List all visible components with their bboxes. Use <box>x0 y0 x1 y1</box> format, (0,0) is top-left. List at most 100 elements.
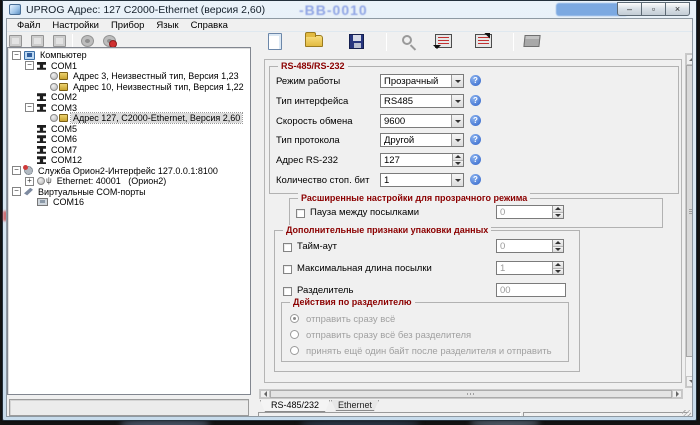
form-row: Скорость обмена9600? <box>270 114 678 130</box>
open-folder-button[interactable] <box>302 30 326 52</box>
tree-item[interactable]: COM12 <box>8 155 250 166</box>
field-label: Пауза между посылками <box>310 207 419 218</box>
tree-item[interactable]: − Компьютер <box>8 50 250 61</box>
combo-value: Прозрачный <box>381 75 451 87</box>
baud-rate-select[interactable]: 9600 <box>380 114 464 128</box>
horizontal-scrollbar-thumb[interactable] <box>270 390 672 398</box>
menu-item-device[interactable]: Прибор <box>105 19 150 32</box>
pause-between-packets-spinner[interactable]: 0 <box>496 205 564 219</box>
menu-item-file[interactable]: Файл <box>11 19 46 32</box>
chevron-down-icon[interactable] <box>451 75 463 87</box>
stop-bits-select[interactable]: 1 <box>380 173 464 187</box>
tree-item[interactable]: COM5 <box>8 124 250 135</box>
write-device-button[interactable] <box>471 30 495 52</box>
spinner-down-icon[interactable] <box>553 269 563 275</box>
field-label: Тип интерфейса <box>276 96 348 107</box>
spinner-down-icon[interactable] <box>453 161 463 167</box>
tree-item[interactable]: COM7 <box>8 145 250 156</box>
tree-item[interactable]: Адрес 127, C2000-Ethernet, Версия 2,60 <box>8 113 250 124</box>
gear-alert-icon[interactable] <box>103 35 116 47</box>
tree-item[interactable]: −Виртуальные COM-порты <box>8 187 250 198</box>
ethernet-icon: ψ <box>46 177 52 185</box>
window-title: UPROG Адрес: 127 C2000-Ethernet (версия … <box>26 4 265 16</box>
scroll-down-arrow[interactable] <box>686 376 693 387</box>
tree-item[interactable]: −Служба Орион2-Интерфейс 127.0.0.1:8100 <box>8 166 250 177</box>
tab-rs485-232[interactable]: RS-485/232 <box>260 400 330 412</box>
help-icon[interactable]: ? <box>470 134 481 145</box>
vertical-scrollbar-thumb[interactable] <box>686 65 693 357</box>
menu-item-help[interactable]: Справка <box>185 19 234 32</box>
collapse-icon[interactable]: − <box>12 166 21 175</box>
chevron-down-icon[interactable] <box>451 115 463 127</box>
pause-checkbox[interactable] <box>296 209 305 218</box>
spinner-down-icon[interactable] <box>553 247 563 253</box>
max-packet-length-spinner[interactable]: 1 <box>496 261 564 275</box>
tree-item[interactable]: Адрес 3, Неизвестный тип, Версия 1,23 <box>8 71 250 82</box>
chevron-down-icon[interactable] <box>451 95 463 107</box>
tree-item[interactable]: +ψEthernet: 40001 (Орион2) <box>8 176 250 187</box>
timeout-spinner[interactable]: 0 <box>496 239 564 253</box>
minimize-button[interactable]: – <box>617 2 642 16</box>
tree-item-label: Компьютер <box>38 50 89 60</box>
group-title: RS-485/RS-232 <box>278 61 348 71</box>
tree-item[interactable]: COM2 <box>8 92 250 103</box>
radio-button[interactable] <box>290 330 299 339</box>
tree-item[interactable]: −COM3 <box>8 103 250 114</box>
tree-item[interactable]: COM16 <box>8 197 250 208</box>
spinner-buttons <box>552 262 563 274</box>
tree-item[interactable]: Адрес 10, Неизвестный тип, Версия 1,22 <box>8 82 250 93</box>
spinner-down-icon[interactable] <box>553 213 563 219</box>
settings-panel: RS-485/RS-232 Режим работыПрозрачный?Тип… <box>264 59 682 383</box>
maximize-button[interactable]: ▫ <box>641 2 666 16</box>
scroll-left-arrow[interactable] <box>260 390 270 398</box>
max-packet-length-checkbox[interactable] <box>283 265 292 274</box>
doc-icon[interactable] <box>53 35 66 47</box>
interface-type-select[interactable]: RS485 <box>380 94 464 108</box>
mode-select[interactable]: Прозрачный <box>380 74 464 88</box>
com-port-icon <box>37 135 46 143</box>
collapse-icon[interactable]: − <box>25 103 34 112</box>
help-icon[interactable]: ? <box>470 174 481 185</box>
tree-item[interactable]: −COM1 <box>8 61 250 72</box>
timeout-checkbox[interactable] <box>283 243 292 252</box>
resize-grip[interactable] <box>682 410 691 417</box>
help-icon[interactable]: ? <box>470 95 481 106</box>
group-title: Дополнительные признаки упаковки данных <box>283 225 491 235</box>
close-button[interactable]: × <box>665 2 690 16</box>
separator-checkbox[interactable] <box>283 287 292 296</box>
title-bar[interactable]: -BB-0010 UPROG Адрес: 127 C2000-Ethernet… <box>3 1 696 18</box>
help-icon[interactable]: ? <box>470 75 481 86</box>
scroll-up-arrow[interactable] <box>686 54 693 65</box>
doc-icon[interactable] <box>31 35 44 47</box>
help-icon[interactable]: ? <box>470 154 481 165</box>
collapse-icon[interactable]: − <box>12 51 21 60</box>
radio-button[interactable] <box>290 346 299 355</box>
read-device-button[interactable] <box>431 30 455 52</box>
search-button[interactable] <box>393 30 417 52</box>
device-button[interactable] <box>520 30 544 52</box>
tree-item-label: COM5 <box>49 124 79 134</box>
save-button[interactable] <box>344 30 368 52</box>
help-icon[interactable]: ? <box>470 115 481 126</box>
horizontal-scrollbar[interactable] <box>259 389 683 399</box>
protocol-type-select[interactable]: Другой <box>380 133 464 147</box>
tab-ethernet[interactable]: Ethernet <box>331 400 379 411</box>
vertical-scrollbar[interactable] <box>685 53 693 388</box>
radio-button[interactable] <box>290 314 299 323</box>
separator-input[interactable]: 00 <box>496 283 566 297</box>
menu-item-settings[interactable]: Настройки <box>46 19 105 32</box>
form-row: Тип интерфейса RS485? <box>270 94 678 110</box>
expand-icon[interactable]: + <box>25 177 34 186</box>
doc-icon[interactable] <box>9 35 22 47</box>
new-doc-button[interactable] <box>263 30 287 52</box>
rs232-address-spinner[interactable]: 127 <box>380 153 464 167</box>
chevron-down-icon[interactable] <box>451 134 463 146</box>
menu-item-language[interactable]: Язык <box>150 19 184 32</box>
device-tree[interactable]: −Компьютер−COM1Адрес 3, Неизвестный тип,… <box>7 47 251 395</box>
tree-item[interactable]: COM6 <box>8 134 250 145</box>
collapse-icon[interactable]: − <box>25 61 34 70</box>
scroll-right-arrow[interactable] <box>672 390 682 398</box>
chevron-down-icon[interactable] <box>451 174 463 186</box>
collapse-icon[interactable]: − <box>12 187 21 196</box>
gear-icon[interactable] <box>81 35 94 47</box>
